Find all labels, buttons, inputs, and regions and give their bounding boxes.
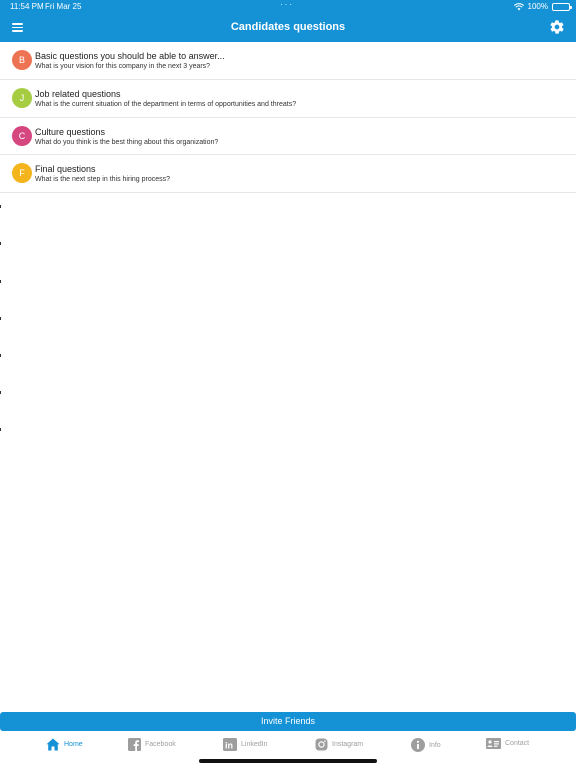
tab-facebook[interactable]: Facebook <box>128 738 176 751</box>
linkedin-icon: in <box>223 738 237 751</box>
status-bar: 11:54 PM Fri Mar 25 ··· 100% <box>0 0 576 14</box>
questions-list: B Basic questions you should be able to … <box>0 42 576 194</box>
tab-contact[interactable]: Contact <box>486 738 529 749</box>
facebook-icon <box>128 738 141 751</box>
edge-mark <box>0 280 1 283</box>
list-item-job-related-questions[interactable]: J Job related questions What is the curr… <box>0 80 576 118</box>
list-item-subtitle: What is your vision for this company in … <box>35 63 211 70</box>
status-date: Fri Mar 25 <box>45 2 82 11</box>
wifi-icon <box>513 2 524 10</box>
list-item-basic-questions[interactable]: B Basic questions you should be able to … <box>0 42 576 80</box>
tab-info[interactable]: Info <box>411 738 441 752</box>
list-item-subtitle: What is the next step in this hiring pro… <box>35 176 171 184</box>
avatar: F <box>12 163 32 184</box>
invite-friends-button[interactable]: Invite Friends <box>0 712 576 731</box>
tab-linkedin[interactable]: in LinkedIn <box>223 738 267 751</box>
tab-label: Home <box>64 741 83 748</box>
list-item-final-questions[interactable]: F Final questions What is the next step … <box>0 155 576 194</box>
tab-label: Facebook <box>145 741 176 748</box>
multitasking-dots-icon[interactable]: ··· <box>280 0 294 9</box>
home-indicator[interactable] <box>199 759 377 763</box>
list-item-culture-questions[interactable]: C Culture questions What do you think is… <box>0 118 576 156</box>
page-title: Candidates questions <box>230 21 346 33</box>
avatar: C <box>12 125 32 146</box>
list-item-title: Culture questions <box>35 126 106 137</box>
edge-mark <box>0 428 1 431</box>
battery-icon <box>552 2 572 11</box>
list-item-subtitle: What is the current situation of the dep… <box>35 100 297 108</box>
tab-label: Instagram <box>332 741 364 748</box>
status-time: 11:54 PM <box>10 2 44 11</box>
edge-mark <box>0 354 1 357</box>
tab-instagram[interactable]: Instagram <box>315 738 363 751</box>
battery-percent: 100% <box>527 2 548 11</box>
edge-mark <box>0 242 1 245</box>
list-item-title: Final questions <box>35 164 96 175</box>
avatar: J <box>12 87 32 108</box>
edge-mark <box>0 205 1 208</box>
edge-mark <box>0 391 1 394</box>
avatar: B <box>12 50 32 70</box>
contact-card-icon <box>486 738 501 749</box>
info-icon <box>411 738 425 752</box>
edge-mark <box>0 317 1 320</box>
tab-label: LinkedIn <box>241 741 268 748</box>
list-item-title: Job related questions <box>35 88 121 99</box>
instagram-icon <box>315 738 328 751</box>
gear-icon[interactable] <box>549 19 565 35</box>
svg-text:in: in <box>225 741 233 751</box>
tab-label: Contact <box>505 740 530 747</box>
list-item-title: Basic questions you should be able to an… <box>35 51 225 61</box>
navigation-bar: Candidates questions <box>0 14 576 42</box>
status-right: 100% <box>513 2 572 11</box>
home-icon <box>46 738 60 751</box>
tab-home[interactable]: Home <box>46 738 83 751</box>
tab-label: Info <box>429 741 441 749</box>
list-item-subtitle: What do you think is the best thing abou… <box>35 138 219 146</box>
